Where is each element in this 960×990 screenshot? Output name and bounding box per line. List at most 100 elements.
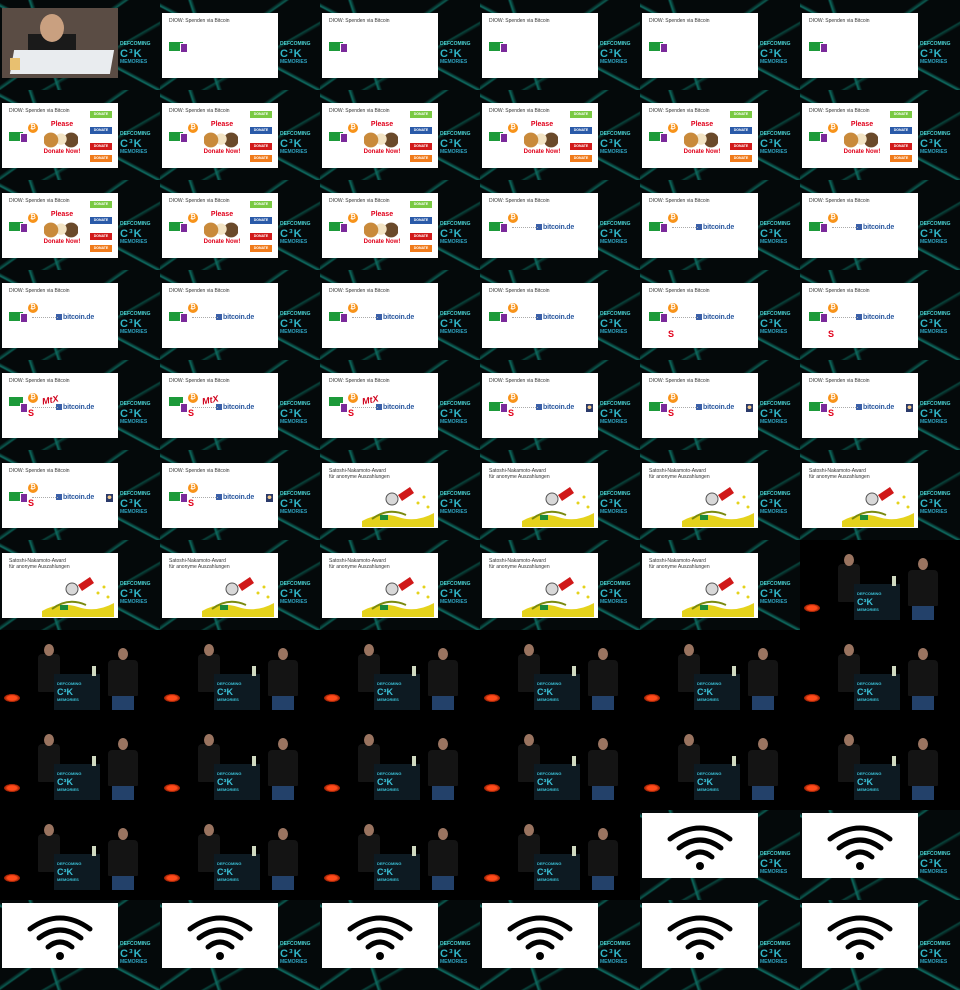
logo-line: MEMORIES [120, 58, 148, 65]
frame-bcde: DEFCOMING C³K MEMORIES DIOW: Spenden via Bi… [480, 270, 640, 360]
phone-icon [660, 133, 668, 143]
slide: DIOW: Spenden via Bitcoin [642, 13, 758, 78]
glowing-object [804, 604, 820, 612]
dogs-illustration [204, 221, 238, 239]
connector-line [832, 407, 858, 408]
cup [10, 58, 20, 70]
lectern: DEFCOMING C³K MEMORIES [374, 854, 420, 890]
logo-line: MEMORIES [280, 598, 308, 605]
logo-mark: C³K [697, 776, 713, 787]
logo-mark: C³K [600, 497, 623, 510]
speaker-left-head [364, 734, 374, 746]
logo-mark: C³K [280, 317, 303, 330]
donate-button: DONATE [90, 245, 112, 252]
donate-button: DONATE [250, 127, 272, 134]
logo-line: MEMORIES [600, 58, 628, 65]
slide-title: DIOW: Spenden via Bitcoin [649, 198, 710, 204]
logo-line: MEMORIES [537, 786, 559, 792]
microphone [892, 666, 896, 676]
bitcoin-icon: ₿ [828, 303, 838, 313]
speaker-left-head [524, 644, 534, 656]
phone-icon [660, 403, 668, 413]
event-logo: DEFCOMING C³K MEMORIES [600, 221, 638, 245]
slide-title: DIOW: Spenden via Bitcoin [649, 378, 710, 384]
anonymous-user-icon [586, 404, 593, 412]
award-title-line2: für anonyme Auszahlungen [489, 564, 550, 570]
bitcoin-de-text: bitcoin.de [703, 404, 735, 411]
logo-mark: C³K [760, 317, 783, 330]
award-illustration-art [362, 487, 434, 527]
logo-line: MEMORIES [377, 876, 399, 882]
speaker-right-head [438, 828, 448, 840]
logo-mark: C³K [600, 227, 623, 240]
please-text: Please [210, 121, 234, 128]
event-logo: DEFCOMING C³K MEMORIES [440, 221, 478, 245]
speaker-right-head [918, 738, 928, 750]
phone-icon [340, 313, 348, 323]
stage-photo: DEFCOMING C³K MEMORIES [160, 810, 320, 900]
frame-wifi: DEFCOMING C³K MEMORIES [640, 900, 800, 990]
logo-mark: C³K [217, 866, 233, 877]
frame-wifi: DEFCOMING C³K MEMORIES [800, 900, 960, 990]
donate-now-text: Donate Now! [43, 239, 81, 245]
bitcoin-de-text: bitcoin.de [703, 314, 735, 321]
phone-icon [20, 493, 28, 503]
lectern-logo: DEFCOMING C³K MEMORIES [57, 681, 81, 702]
bitcoin-de-text: bitcoin.de [383, 404, 415, 411]
speaker-right [588, 750, 618, 786]
speaker-right-legs [912, 786, 934, 800]
microphone [252, 666, 256, 676]
phone-icon [180, 133, 188, 143]
logo-mark: C³K [920, 47, 943, 60]
logo-line: MEMORIES [377, 696, 399, 702]
donate-button: DONATE [410, 155, 432, 162]
logo-line: MEMORIES [120, 238, 148, 245]
frame-stage: DEFCOMING C³K MEMORIES [480, 720, 640, 810]
bitcoin-icon: ₿ [188, 213, 198, 223]
frame-stage: DEFCOMING C³K MEMORIES [320, 630, 480, 720]
bitcoin-de-text: bitcoin.de [863, 404, 895, 411]
event-logo: DEFCOMING C³K MEMORIES [120, 221, 158, 245]
logo-line: MEMORIES [760, 238, 788, 245]
speaker-right-head [598, 648, 608, 660]
phone-icon [500, 403, 508, 413]
phone-icon [20, 133, 28, 143]
logo-line: MEMORIES [120, 148, 148, 155]
frame-stage: DEFCOMING C³K MEMORIES [800, 540, 960, 630]
speaker-right-legs [752, 786, 774, 800]
frame-dogs: DEFCOMING C³K MEMORIES DIOW: Spenden via Bi… [0, 90, 160, 180]
frame-intro: DEFCOMING C³K MEMORIES [0, 0, 160, 90]
slide-title: DIOW: Spenden via Bitcoin [169, 468, 230, 474]
donate-button: DONATE [890, 111, 912, 118]
award-title-line2: für anonyme Auszahlungen [169, 564, 230, 570]
event-logo: DEFCOMING C³K MEMORIES [600, 401, 638, 425]
frame-ninja: DEFCOMING C³K MEMORIES DIOW: Spenden via Bi… [160, 450, 320, 540]
lectern-logo: DEFCOMING C³K MEMORIES [857, 771, 881, 792]
connector-line [512, 227, 538, 228]
logo-line: MEMORIES [120, 328, 148, 335]
slide: DIOW: Spenden via Bitcoin ₿ Please Donate N… [162, 193, 278, 258]
microphone [572, 846, 576, 856]
speaker-right-legs [112, 786, 134, 800]
phone-icon [820, 313, 828, 323]
slide: DIOW: Spenden via Bitcoin [482, 13, 598, 78]
speaker-right [108, 660, 138, 696]
phone-icon [340, 403, 348, 413]
speaker-right [108, 840, 138, 876]
bitcoin-icon: ₿ [188, 123, 198, 133]
slide: DIOW: Spenden via Bitcoin ₿ bitcoin.de [642, 193, 758, 258]
phone-icon [180, 43, 188, 53]
please-text: Please [50, 121, 74, 128]
speaker-right-legs [432, 786, 454, 800]
event-logo: DEFCOMING C³K MEMORIES [760, 941, 798, 965]
donate-button: DONATE [410, 245, 432, 252]
logo-mark: C³K [377, 686, 393, 697]
sparkasse-icon: S [348, 408, 355, 418]
event-logo: DEFCOMING C³K MEMORIES [600, 491, 638, 515]
speaker-right [588, 840, 618, 876]
glowing-object [4, 874, 20, 882]
event-logo: DEFCOMING C³K MEMORIES [600, 311, 638, 335]
logo-mark: C³K [217, 776, 233, 787]
frame-award: DEFCOMING C³K MEMORIES Satoshi-Nakamoto-Awa… [640, 450, 800, 540]
please-text: Please [530, 121, 554, 128]
